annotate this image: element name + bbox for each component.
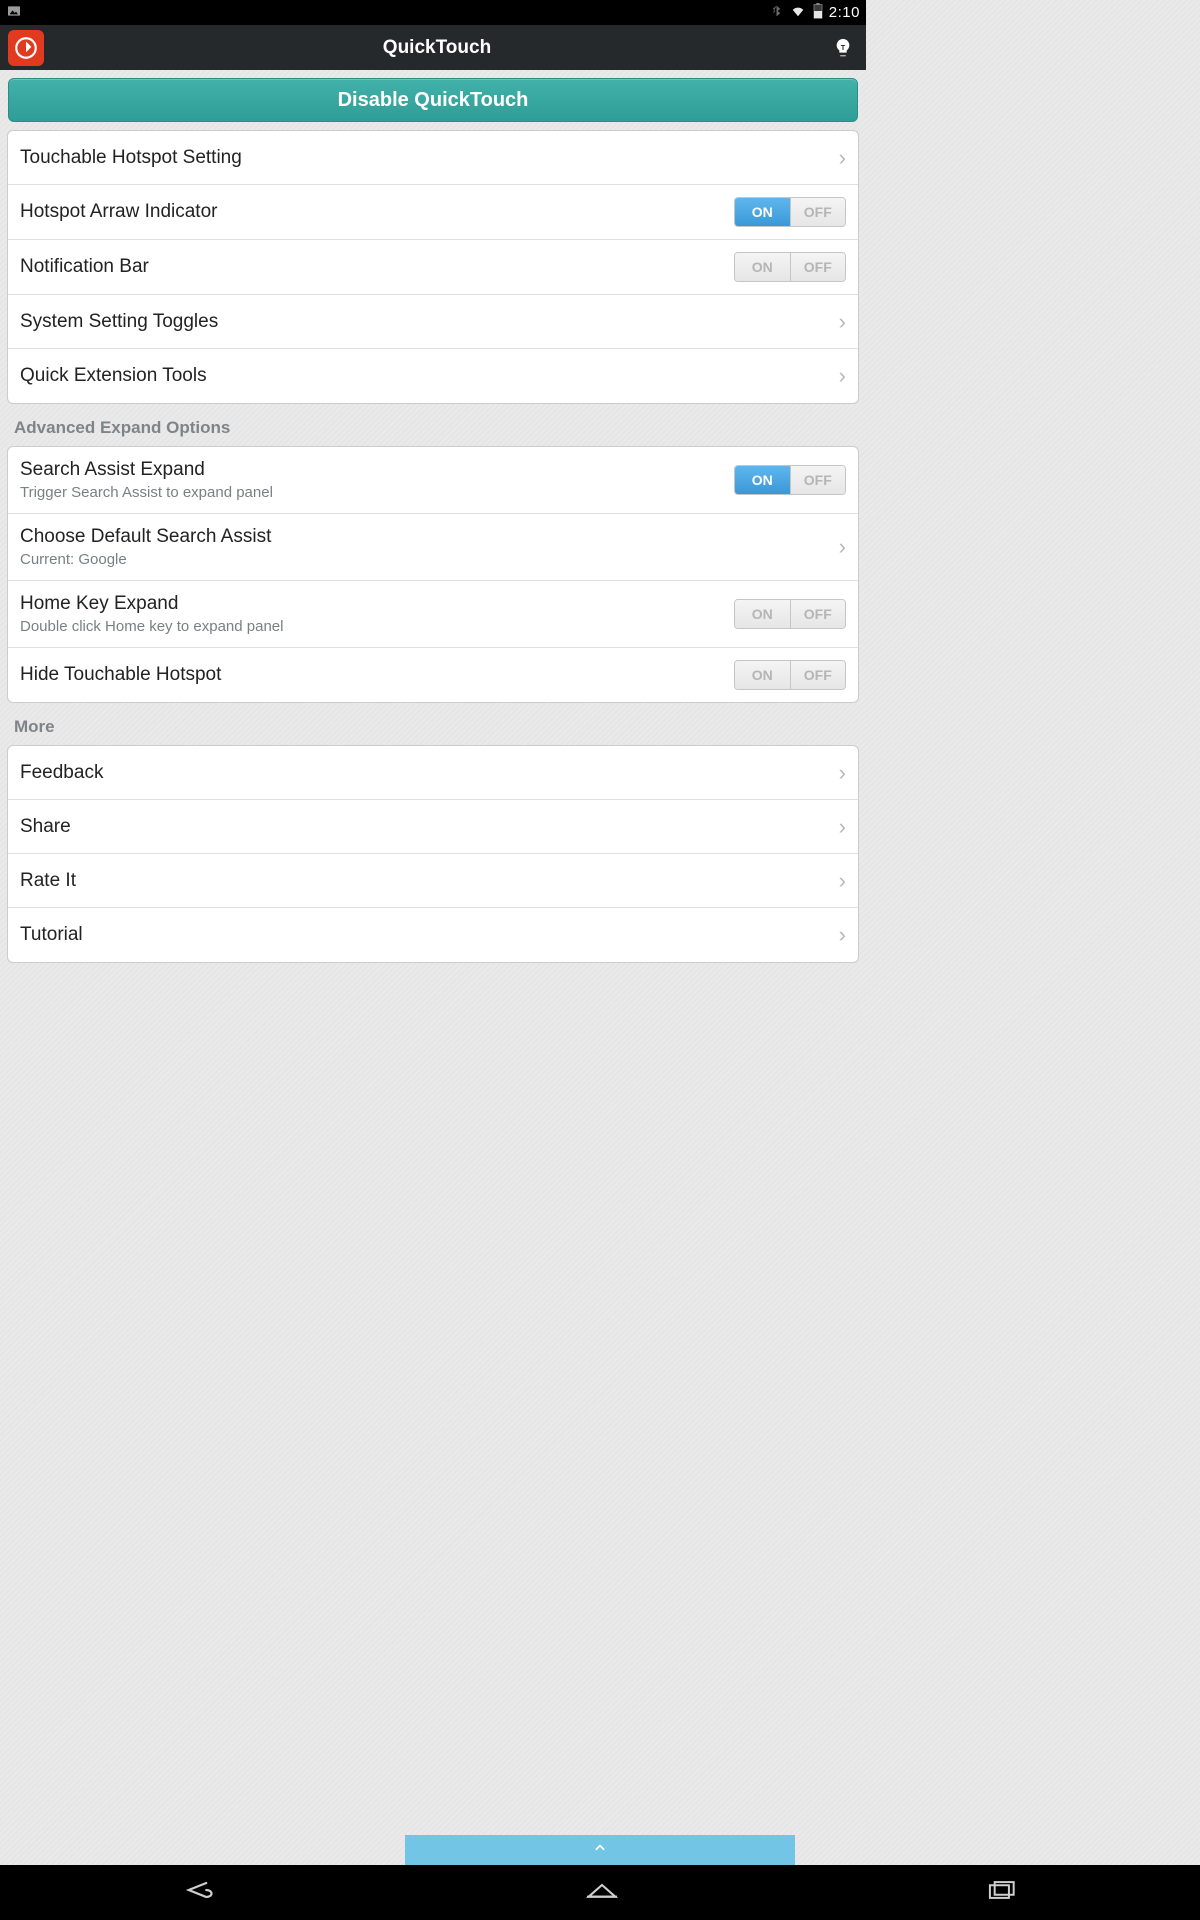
toggle-search-assist-expand[interactable]: ON OFF: [734, 465, 846, 495]
row-title: Home Key Expand: [20, 593, 734, 615]
row-title: Hide Touchable Hotspot: [20, 664, 734, 686]
chevron-right-icon: ›: [829, 534, 846, 560]
nav-home-button[interactable]: [582, 1877, 622, 1908]
disable-quicktouch-button[interactable]: Disable QuickTouch: [8, 78, 858, 122]
row-title: Rate It: [20, 870, 829, 892]
row-title: Share: [20, 816, 829, 838]
row-home-key-expand[interactable]: Home Key Expand Double click Home key to…: [8, 581, 858, 648]
toggle-off-label: OFF: [791, 600, 846, 628]
row-hide-touchable-hotspot[interactable]: Hide Touchable Hotspot ON OFF: [8, 648, 858, 702]
toggle-off-label: OFF: [791, 198, 846, 226]
android-status-bar: 2:10: [0, 0, 866, 25]
android-nav-bar: [0, 1865, 1200, 1920]
toggle-on-label: ON: [735, 600, 791, 628]
tip-button[interactable]: T: [830, 35, 856, 61]
row-title: Tutorial: [20, 924, 829, 946]
chevron-right-icon: ›: [829, 145, 846, 171]
nav-recent-button[interactable]: [982, 1877, 1020, 1908]
toggle-home-key-expand[interactable]: ON OFF: [734, 599, 846, 629]
picture-icon: [6, 3, 22, 23]
row-title: Quick Extension Tools: [20, 365, 829, 387]
chevron-right-icon: ›: [829, 922, 846, 948]
row-subtitle: Trigger Search Assist to expand panel: [20, 484, 734, 501]
settings-group-more: Feedback › Share › Rate It › Tutorial ›: [7, 745, 859, 963]
section-header-more: More: [0, 703, 866, 745]
app-action-bar: QuickTouch T: [0, 25, 866, 70]
battery-icon: [813, 3, 823, 23]
toggle-on-label: ON: [735, 466, 791, 494]
settings-group-main: Touchable Hotspot Setting › Hotspot Arra…: [7, 130, 859, 404]
row-title: Touchable Hotspot Setting: [20, 147, 829, 169]
row-touchable-hotspot-setting[interactable]: Touchable Hotspot Setting ›: [8, 131, 858, 185]
row-choose-default-search[interactable]: Choose Default Search Assist Current: Go…: [8, 514, 858, 581]
chevron-right-icon: ›: [829, 814, 846, 840]
chevron-right-icon: ›: [829, 363, 846, 389]
toggle-on-label: ON: [735, 198, 791, 226]
chevron-up-icon: [588, 1841, 612, 1860]
page-title: QuickTouch: [44, 37, 830, 59]
ad-expand-tab[interactable]: [405, 1835, 795, 1865]
row-title: Notification Bar: [20, 256, 734, 278]
status-clock: 2:10: [829, 4, 860, 21]
row-title: Search Assist Expand: [20, 459, 734, 481]
row-quick-extension-tools[interactable]: Quick Extension Tools ›: [8, 349, 858, 403]
chevron-right-icon: ›: [829, 868, 846, 894]
row-subtitle: Current: Google: [20, 551, 829, 568]
nav-back-button[interactable]: [180, 1877, 222, 1908]
row-title: System Setting Toggles: [20, 311, 829, 333]
row-rate-it[interactable]: Rate It ›: [8, 854, 858, 908]
toggle-off-label: OFF: [791, 661, 846, 689]
disable-button-label: Disable QuickTouch: [338, 89, 529, 112]
row-share[interactable]: Share ›: [8, 800, 858, 854]
toggle-off-label: OFF: [791, 466, 846, 494]
settings-group-advanced: Search Assist Expand Trigger Search Assi…: [7, 446, 859, 703]
toggle-on-label: ON: [735, 661, 791, 689]
row-title: Choose Default Search Assist: [20, 526, 829, 548]
svg-text:T: T: [841, 42, 846, 51]
toggle-on-label: ON: [735, 253, 791, 281]
toggle-hotspot-arrow[interactable]: ON OFF: [734, 197, 846, 227]
wifi-icon: [789, 4, 807, 22]
app-icon[interactable]: [8, 30, 44, 66]
row-search-assist-expand[interactable]: Search Assist Expand Trigger Search Assi…: [8, 447, 858, 514]
row-subtitle: Double click Home key to expand panel: [20, 618, 734, 635]
row-title: Hotspot Arraw Indicator: [20, 201, 734, 223]
toggle-off-label: OFF: [791, 253, 846, 281]
toggle-notification-bar[interactable]: ON OFF: [734, 252, 846, 282]
row-tutorial[interactable]: Tutorial ›: [8, 908, 858, 962]
row-title: Feedback: [20, 762, 829, 784]
row-feedback[interactable]: Feedback ›: [8, 746, 858, 800]
row-system-setting-toggles[interactable]: System Setting Toggles ›: [8, 295, 858, 349]
chevron-right-icon: ›: [829, 309, 846, 335]
toggle-hide-hotspot[interactable]: ON OFF: [734, 660, 846, 690]
section-header-advanced: Advanced Expand Options: [0, 404, 866, 446]
bluetooth-icon: [770, 3, 783, 23]
row-notification-bar[interactable]: Notification Bar ON OFF: [8, 240, 858, 295]
chevron-right-icon: ›: [829, 760, 846, 786]
row-hotspot-arrow-indicator[interactable]: Hotspot Arraw Indicator ON OFF: [8, 185, 858, 240]
